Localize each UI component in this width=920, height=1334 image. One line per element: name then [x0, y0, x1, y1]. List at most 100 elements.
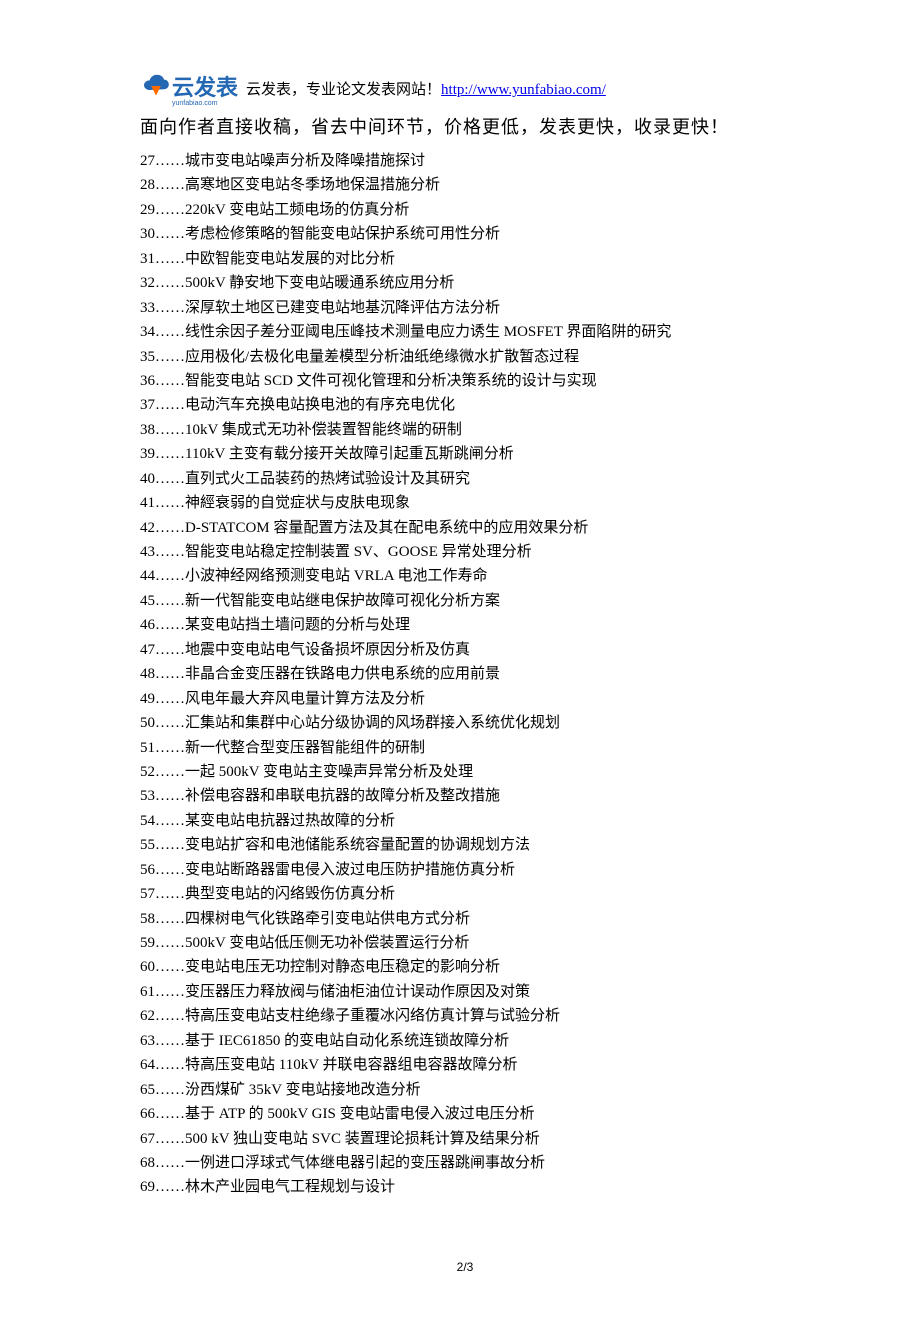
site-logo: 云发表 yunfabiao.com	[140, 70, 238, 107]
item-title: 应用极化/去极化电量差模型分析油纸绝缘微水扩散暂态过程	[185, 349, 579, 365]
item-number: 33	[140, 300, 155, 316]
item-title: 500 kV 独山变电站 SVC 装置理论损耗计算及结果分析	[185, 1131, 540, 1147]
list-item: 52……一起 500kV 变电站主变噪声异常分析及处理	[140, 760, 790, 784]
item-dots: ……	[155, 593, 185, 609]
item-number: 41	[140, 495, 155, 511]
item-dots: ……	[155, 862, 185, 878]
item-dots: ……	[155, 1155, 185, 1171]
item-number: 60	[140, 959, 155, 975]
list-item: 31……中欧智能变电站发展的对比分析	[140, 247, 790, 271]
item-dots: ……	[155, 691, 185, 707]
item-dots: ……	[155, 349, 185, 365]
item-dots: ……	[155, 984, 185, 1000]
item-title: 林木产业园电气工程规划与设计	[185, 1179, 395, 1195]
list-item: 36……智能变电站 SCD 文件可视化管理和分析决策系统的设计与实现	[140, 369, 790, 393]
item-number: 46	[140, 617, 155, 633]
item-title: 电动汽车充换电站换电池的有序充电优化	[185, 397, 455, 413]
list-item: 43……智能变电站稳定控制装置 SV、GOOSE 异常处理分析	[140, 540, 790, 564]
list-item: 66……基于 ATP 的 500kV GIS 变电站雷电侵入波过电压分析	[140, 1102, 790, 1126]
item-number: 61	[140, 984, 155, 1000]
list-item: 63……基于 IEC61850 的变电站自动化系统连锁故障分析	[140, 1029, 790, 1053]
list-item: 45……新一代智能变电站继电保护故障可视化分析方案	[140, 589, 790, 613]
item-number: 44	[140, 568, 155, 584]
list-item: 54……某变电站电抗器过热故障的分析	[140, 809, 790, 833]
item-dots: ……	[155, 617, 185, 633]
item-title: 城市变电站噪声分析及降噪措施探讨	[185, 153, 425, 169]
list-item: 28……高寒地区变电站冬季场地保温措施分析	[140, 173, 790, 197]
item-title: 特高压变电站 110kV 并联电容器组电容器故障分析	[185, 1057, 518, 1073]
list-item: 37……电动汽车充换电站换电池的有序充电优化	[140, 393, 790, 417]
item-number: 65	[140, 1082, 155, 1098]
item-title: 智能变电站稳定控制装置 SV、GOOSE 异常处理分析	[185, 544, 532, 560]
item-dots: ……	[155, 740, 185, 756]
list-item: 32……500kV 静安地下变电站暖通系统应用分析	[140, 271, 790, 295]
item-title: 变电站断路器雷电侵入波过电压防护措施仿真分析	[185, 862, 515, 878]
item-number: 69	[140, 1179, 155, 1195]
item-dots: ……	[155, 300, 185, 316]
item-number: 56	[140, 862, 155, 878]
item-title: 四棵树电气化铁路牵引变电站供电方式分析	[185, 911, 470, 927]
item-number: 54	[140, 813, 155, 829]
item-dots: ……	[155, 911, 185, 927]
item-dots: ……	[155, 1082, 185, 1098]
item-dots: ……	[155, 788, 185, 804]
item-dots: ……	[155, 568, 185, 584]
page-subtitle: 面向作者直接收稿，省去中间环节，价格更低，发表更快，收录更快！	[140, 113, 790, 139]
item-title: 220kV 变电站工频电场的仿真分析	[185, 202, 409, 218]
item-title: 中欧智能变电站发展的对比分析	[185, 251, 395, 267]
item-title: 变压器压力释放阀与储油柜油位计误动作原因及对策	[185, 984, 530, 1000]
item-title: 一例进口浮球式气体继电器引起的变压器跳闸事故分析	[185, 1155, 545, 1171]
item-number: 48	[140, 666, 155, 682]
item-number: 28	[140, 177, 155, 193]
item-number: 55	[140, 837, 155, 853]
item-dots: ……	[155, 226, 185, 242]
list-item: 33……深厚软土地区已建变电站地基沉降评估方法分析	[140, 296, 790, 320]
list-item: 38……10kV 集成式无功补偿装置智能终端的研制	[140, 418, 790, 442]
item-dots: ……	[155, 1106, 185, 1122]
item-dots: ……	[155, 397, 185, 413]
list-item: 65……汾西煤矿 35kV 变电站接地改造分析	[140, 1078, 790, 1102]
item-title: 小波神经网络预测变电站 VRLA 电池工作寿命	[185, 568, 488, 584]
item-number: 39	[140, 446, 155, 462]
list-item: 39……110kV 主变有载分接开关故障引起重瓦斯跳闸分析	[140, 442, 790, 466]
item-number: 51	[140, 740, 155, 756]
item-number: 30	[140, 226, 155, 242]
list-item: 47……地震中变电站电气设备损坏原因分析及仿真	[140, 638, 790, 662]
item-number: 36	[140, 373, 155, 389]
item-title: 10kV 集成式无功补偿装置智能终端的研制	[185, 422, 462, 438]
list-item: 69……林木产业园电气工程规划与设计	[140, 1175, 790, 1199]
item-dots: ……	[155, 446, 185, 462]
item-title: 110kV 主变有载分接开关故障引起重瓦斯跳闸分析	[185, 446, 514, 462]
item-dots: ……	[155, 544, 185, 560]
item-dots: ……	[155, 471, 185, 487]
item-dots: ……	[155, 715, 185, 731]
item-number: 38	[140, 422, 155, 438]
item-title: 新一代智能变电站继电保护故障可视化分析方案	[185, 593, 500, 609]
item-dots: ……	[155, 642, 185, 658]
item-dots: ……	[155, 324, 185, 340]
page-number: 2/3	[140, 1260, 790, 1274]
item-title: 深厚软土地区已建变电站地基沉降评估方法分析	[185, 300, 500, 316]
header-link[interactable]: http://www.yunfabiao.com/	[441, 82, 606, 98]
item-number: 47	[140, 642, 155, 658]
item-dots: ……	[155, 764, 185, 780]
item-number: 35	[140, 349, 155, 365]
list-item: 29……220kV 变电站工频电场的仿真分析	[140, 198, 790, 222]
item-dots: ……	[155, 935, 185, 951]
item-dots: ……	[155, 177, 185, 193]
item-number: 37	[140, 397, 155, 413]
list-item: 67……500 kV 独山变电站 SVC 装置理论损耗计算及结果分析	[140, 1127, 790, 1151]
list-item: 57……典型变电站的闪络毁伤仿真分析	[140, 882, 790, 906]
item-number: 67	[140, 1131, 155, 1147]
item-title: 某变电站电抗器过热故障的分析	[185, 813, 395, 829]
cloud-icon	[140, 72, 172, 105]
article-list: 27……城市变电站噪声分析及降噪措施探讨28……高寒地区变电站冬季场地保温措施分…	[140, 149, 790, 1200]
item-dots: ……	[155, 153, 185, 169]
list-item: 30……考虑检修策略的智能变电站保护系统可用性分析	[140, 222, 790, 246]
list-item: 60……变电站电压无功控制对静态电压稳定的影响分析	[140, 955, 790, 979]
item-dots: ……	[155, 1008, 185, 1024]
header-tagline: 云发表，专业论文发表网站！http://www.yunfabiao.com/	[246, 78, 606, 99]
item-title: 高寒地区变电站冬季场地保温措施分析	[185, 177, 440, 193]
list-item: 27……城市变电站噪声分析及降噪措施探讨	[140, 149, 790, 173]
item-number: 42	[140, 520, 155, 536]
